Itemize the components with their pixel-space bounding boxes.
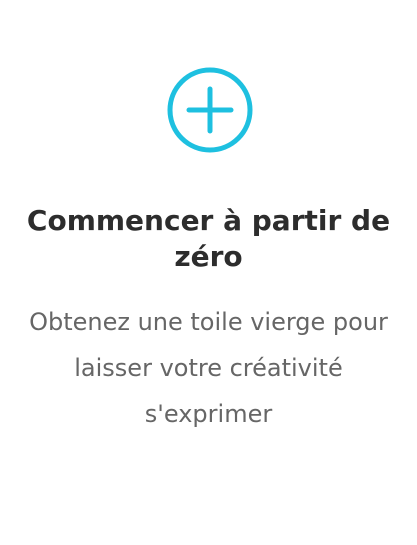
start-from-scratch-card[interactable]: Commencer à partir de zéro Obtenez une t… xyxy=(0,0,417,545)
plus-circle-icon[interactable] xyxy=(165,65,255,155)
card-title: Commencer à partir de zéro xyxy=(26,204,391,273)
card-description: Obtenez une toile vierge pour laisser vo… xyxy=(29,308,388,428)
